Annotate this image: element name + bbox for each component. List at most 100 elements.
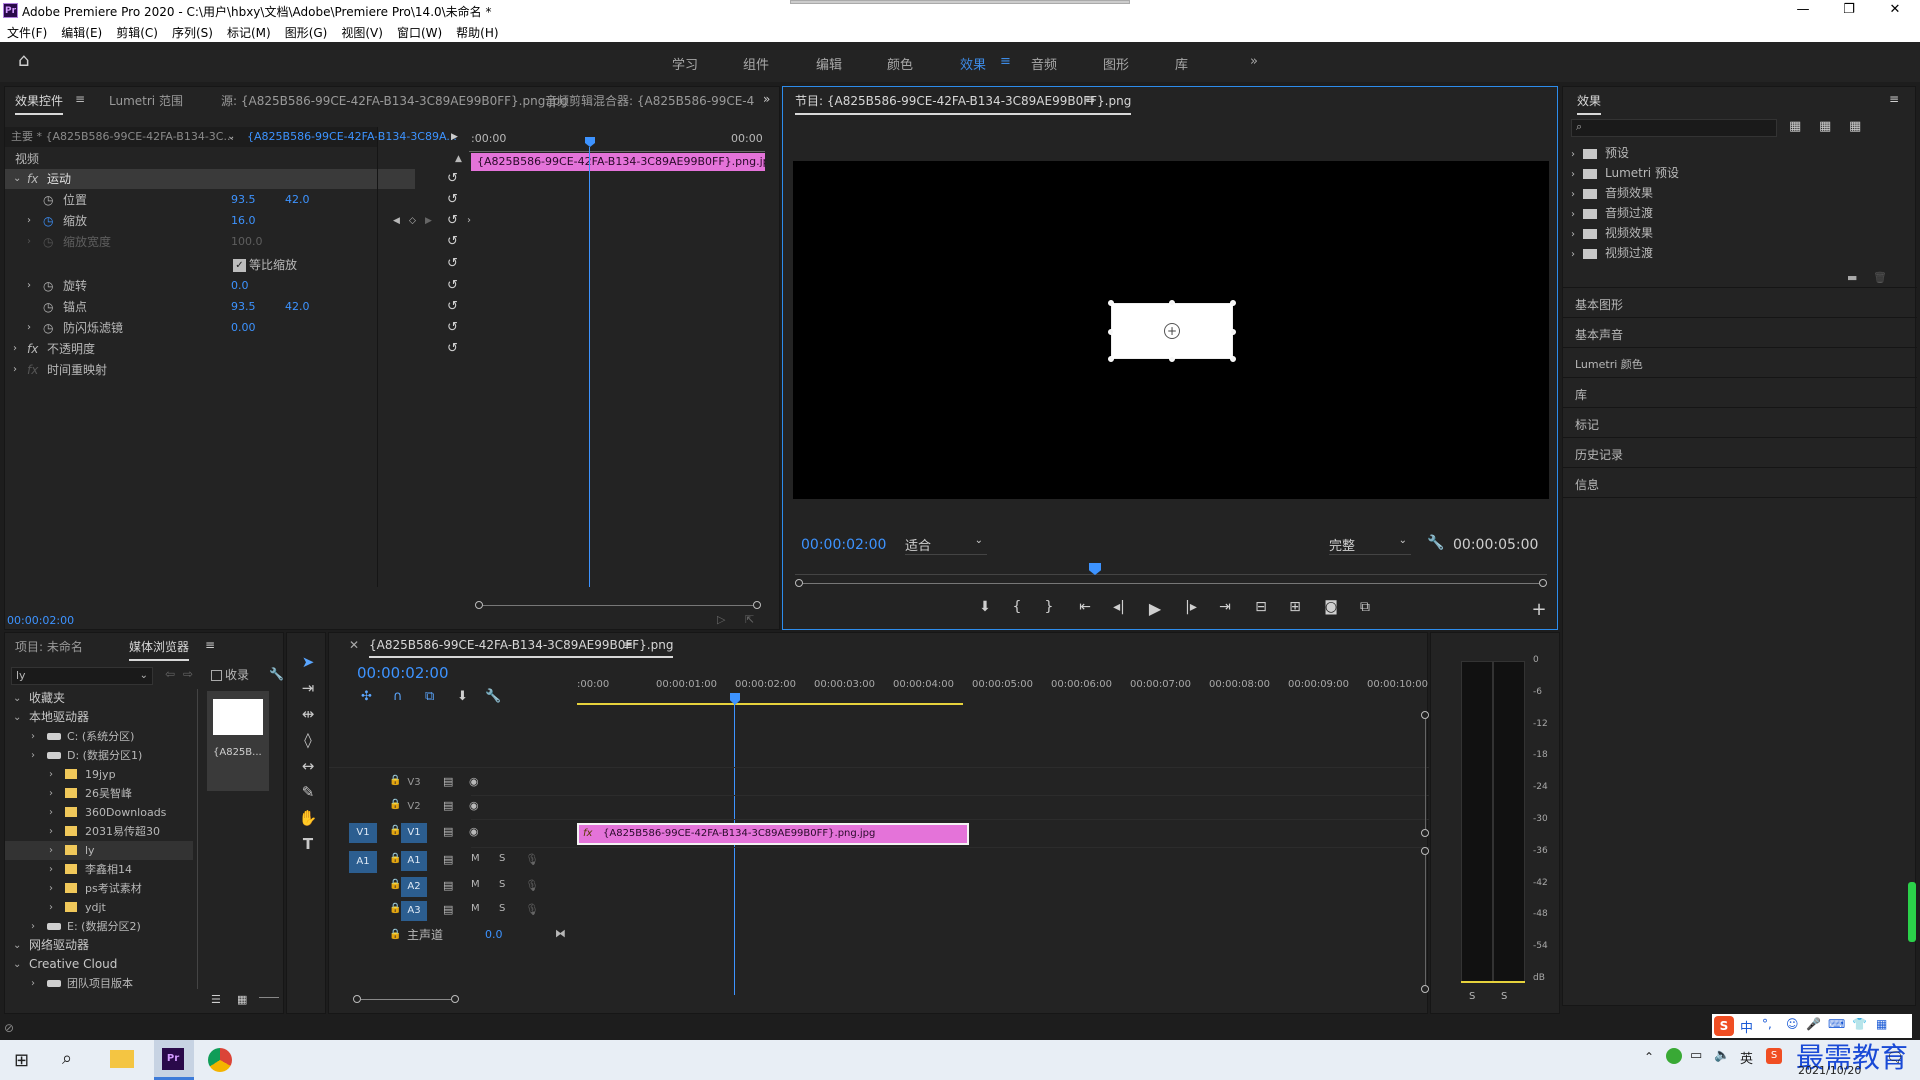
expand-icon[interactable]: ›	[49, 841, 53, 860]
lock-icon[interactable]: 🔒	[389, 903, 401, 914]
source-patch-a1[interactable]: A1	[349, 851, 377, 873]
expand-icon[interactable]: ›	[31, 917, 35, 936]
next-keyframe-icon[interactable]: ▶	[425, 211, 432, 231]
ec-playhead-icon[interactable]	[585, 137, 595, 147]
workspace-graphics[interactable]: 图形	[1103, 54, 1129, 73]
timeline-settings-icon[interactable]: 🔧	[485, 689, 501, 704]
voice-icon[interactable]: 🎤	[1806, 1017, 1821, 1031]
play-only-icon[interactable]: ▶	[451, 127, 458, 147]
accelerated-effects-icon[interactable]: ▦	[1789, 119, 1801, 134]
flicker-value[interactable]: 0.00	[231, 318, 256, 338]
menu-view[interactable]: 视图(V)	[334, 22, 390, 43]
info-section[interactable]: 信息	[1575, 475, 1599, 495]
video-scrollbar[interactable]	[1425, 719, 1426, 829]
ec-timecode[interactable]: 00:00:02:00	[7, 611, 74, 631]
ec-horizontal-scrollbar[interactable]	[483, 605, 753, 606]
reset-scale-width-icon[interactable]: ↺	[447, 234, 771, 249]
chrome-icon[interactable]	[208, 1048, 232, 1072]
timeline-zoom-left-handle[interactable]	[353, 995, 361, 1003]
track-a3-label[interactable]: A3	[401, 901, 427, 921]
workspace-effects[interactable]: 效果	[960, 54, 986, 73]
emoji-icon[interactable]: ☺	[1786, 1017, 1799, 1031]
menu-edit[interactable]: 编辑(E)	[54, 22, 109, 43]
solo-left-button[interactable]: S	[1469, 991, 1475, 1002]
expand-icon[interactable]: ›	[49, 765, 53, 784]
razor-tool-icon[interactable]: ◊	[297, 731, 319, 753]
media-tree-item[interactable]: › 19jyp	[5, 765, 193, 784]
master-clip-label[interactable]: 主要 * {A825B586-99CE-42FA-B134-3C...	[11, 127, 234, 147]
audio-scrollbar[interactable]	[1425, 855, 1426, 985]
security-tray-icon[interactable]	[1666, 1048, 1682, 1064]
track-v3-label[interactable]: V3	[401, 773, 427, 793]
sync-lock-icon[interactable]: ▤	[443, 775, 453, 788]
timeline-ruler[interactable]: :00:00 00:00:01:00 00:00:02:00 00:00:03:00 0…	[577, 679, 1452, 699]
media-tree-item[interactable]: ⌄ 本地驱动器	[5, 708, 193, 727]
lift-icon[interactable]: ⊟	[1249, 599, 1273, 615]
program-timecode[interactable]: 00:00:02:00	[801, 535, 886, 555]
solo-a1-button[interactable]: S	[499, 853, 505, 864]
expand-icon[interactable]: ›	[49, 860, 53, 879]
video-scroll-top-handle[interactable]	[1421, 711, 1429, 719]
mark-out-icon[interactable]: }	[1037, 599, 1061, 615]
microphone-icon[interactable]: 🎙	[525, 853, 539, 866]
ec-scroll-left-handle[interactable]	[475, 601, 483, 609]
track-a1-label[interactable]: A1	[401, 851, 427, 871]
media-tree-item[interactable]: ⌄ Creative Cloud	[5, 955, 193, 974]
menu-file[interactable]: 文件(F)	[0, 22, 54, 43]
transform-handle[interactable]	[1169, 300, 1175, 306]
ime-language[interactable]: 中	[1740, 1017, 1753, 1036]
audio-scroll-top-handle[interactable]	[1421, 847, 1429, 855]
reset-position-icon[interactable]: ↺	[447, 192, 771, 207]
tab-media-browser[interactable]: 媒体浏览器	[129, 638, 190, 661]
transform-handle[interactable]	[1230, 329, 1236, 335]
reset-flicker-icon[interactable]: ↺	[447, 320, 771, 335]
expand-icon[interactable]: ›	[49, 822, 53, 841]
lock-icon[interactable]: 🔒	[389, 879, 401, 890]
go-to-in-icon[interactable]: ⇤	[1073, 599, 1097, 615]
step-back-icon[interactable]: ◂|	[1107, 599, 1131, 615]
position-y-value[interactable]: 42.0	[285, 190, 310, 210]
tab-audio-clip-mixer[interactable]: 音频剪辑混合器: {A825B586-99CE-4	[545, 92, 754, 109]
eye-icon[interactable]: ◉	[469, 799, 479, 812]
microphone-icon[interactable]: 🎙	[525, 879, 539, 892]
pen-tool-icon[interactable]: ✎	[297, 783, 319, 805]
tab-effect-controls[interactable]: 效果控件	[15, 92, 64, 115]
effects-tree-item[interactable]: › 视频过渡	[1571, 243, 1653, 263]
zoom-slider[interactable]	[259, 997, 279, 998]
anchor-point-icon[interactable]: +	[1164, 323, 1180, 339]
linked-selection-icon[interactable]: ⧉	[425, 689, 434, 704]
uniform-scale-checkbox[interactable]: ✓	[233, 259, 246, 272]
audio-scroll-bottom-handle[interactable]	[1421, 985, 1429, 993]
back-icon[interactable]: ⇦	[165, 667, 175, 681]
timeline-video-clip[interactable]: fx {A825B586-99CE-42FA-B134-3C89AE99B0FF…	[577, 823, 969, 845]
video-frame-image[interactable]: +	[1108, 300, 1236, 362]
media-tree-item[interactable]: › 360Downloads	[5, 803, 193, 822]
filter-icon[interactable]: ▷	[717, 613, 725, 626]
ripple-edit-tool-icon[interactable]: ⇹	[297, 705, 319, 727]
close-button[interactable]: ✕	[1880, 2, 1910, 17]
mark-in-icon[interactable]: {	[1005, 599, 1029, 615]
media-tree-item[interactable]: › ly	[5, 841, 193, 860]
transform-handle[interactable]	[1169, 356, 1175, 362]
reset-motion-icon[interactable]: ↺	[447, 171, 771, 186]
toolbox-icon[interactable]: ▦	[1876, 1017, 1887, 1031]
media-thumbnail-card[interactable]: {A825B...	[207, 691, 269, 791]
stopwatch-icon[interactable]: ◷	[43, 276, 53, 296]
sync-lock-icon[interactable]: ▤	[443, 853, 453, 866]
expand-icon[interactable]: ›	[49, 879, 53, 898]
collapse-icon[interactable]: ⌄	[13, 169, 21, 189]
workspace-color[interactable]: 颜色	[887, 54, 913, 73]
new-bin-icon[interactable]: ▬	[1847, 271, 1857, 284]
motion-row[interactable]: ⌄ fx 运动	[5, 169, 415, 189]
master-dropdown-icon[interactable]: ⌄	[227, 127, 235, 147]
tab-project[interactable]: 项目: 未命名	[15, 638, 83, 655]
program-menu-icon[interactable]: ≡	[1085, 92, 1095, 106]
timeline-horizontal-scrollbar[interactable]	[361, 999, 451, 1000]
program-scroll-handle-left[interactable]	[795, 579, 803, 587]
eye-icon[interactable]: ◉	[469, 775, 479, 788]
media-path-select[interactable]: ly ⌄	[11, 667, 153, 685]
type-tool-icon[interactable]: T	[297, 835, 319, 857]
transform-handle[interactable]	[1108, 300, 1114, 306]
lock-icon[interactable]: 🔒	[389, 775, 401, 786]
add-keyframe-icon[interactable]: ◇	[409, 211, 416, 231]
